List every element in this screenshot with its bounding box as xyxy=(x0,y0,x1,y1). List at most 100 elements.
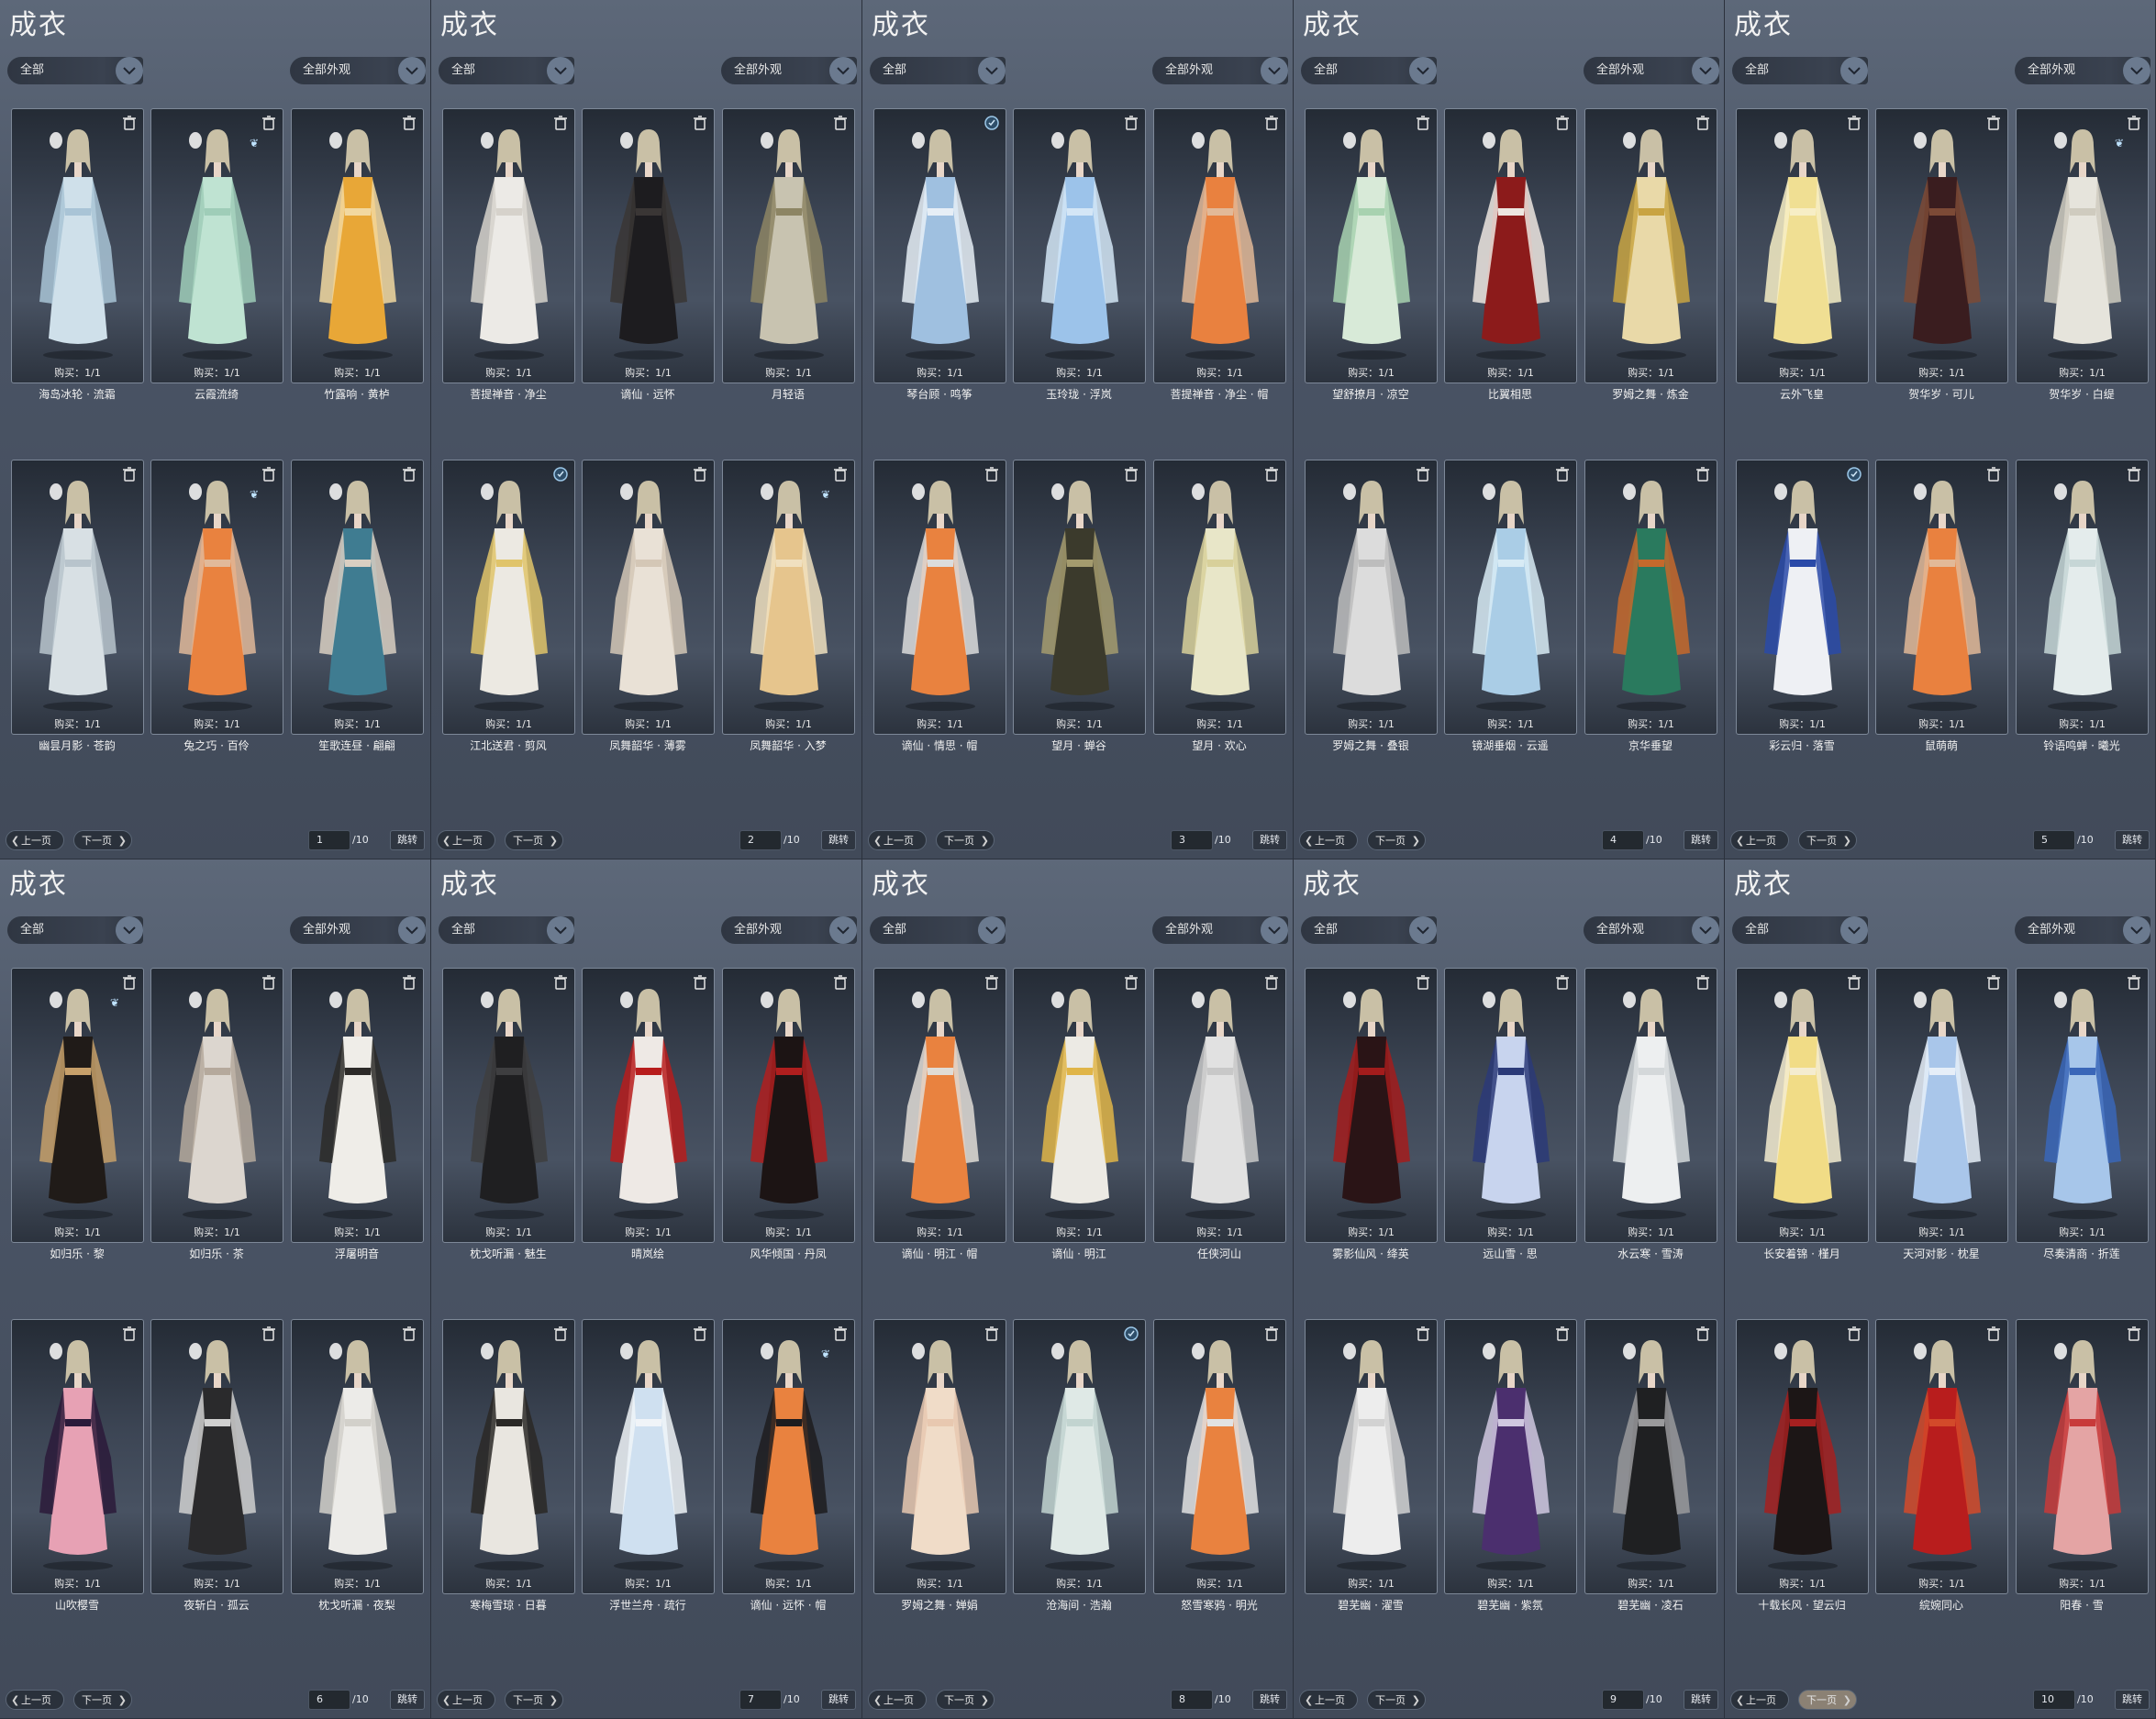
prev-page-button[interactable]: ❮ 上一页 xyxy=(1299,830,1358,850)
outfit-card[interactable]: 购买：1/1 xyxy=(582,1319,715,1594)
chevron-down-icon[interactable] xyxy=(2123,916,2150,944)
chevron-down-icon[interactable] xyxy=(398,57,426,84)
outfit-card[interactable]: 购买：1/1 xyxy=(1875,108,2008,383)
appearance-filter[interactable]: 全部外观 xyxy=(1584,916,1719,944)
outfit-card[interactable]: 购买：1/1 xyxy=(1153,108,1286,383)
page-number-input[interactable]: 7 xyxy=(739,1690,782,1710)
jump-button[interactable]: 跳转 xyxy=(2115,1690,2150,1710)
page-number-input[interactable]: 2 xyxy=(739,830,782,850)
outfit-card[interactable]: 购买：1/1 xyxy=(2016,1319,2149,1594)
trash-icon[interactable] xyxy=(121,1325,138,1342)
page-number-input[interactable]: 6 xyxy=(308,1690,350,1710)
trash-icon[interactable] xyxy=(1263,115,1280,131)
outfit-card[interactable]: ❦ 购买：1/1 xyxy=(2016,108,2149,383)
outfit-card[interactable]: 购买：1/1 xyxy=(873,968,1006,1243)
outfit-card[interactable]: 购买：1/1 xyxy=(1444,460,1577,735)
outfit-card[interactable]: ❦ 购买：1/1 xyxy=(11,968,144,1243)
collection-icon[interactable] xyxy=(552,466,569,482)
next-page-button[interactable]: 下一页 ❯ xyxy=(505,830,563,850)
trash-icon[interactable] xyxy=(552,974,569,991)
appearance-filter[interactable]: 全部外观 xyxy=(721,57,857,84)
outfit-card[interactable]: 购买：1/1 xyxy=(291,968,424,1243)
outfit-card[interactable]: 购买：1/1 xyxy=(291,460,424,735)
jump-button[interactable]: 跳转 xyxy=(821,1690,856,1710)
chevron-down-icon[interactable] xyxy=(1409,916,1437,944)
chevron-down-icon[interactable] xyxy=(116,916,143,944)
trash-icon[interactable] xyxy=(832,974,849,991)
next-page-button[interactable]: 下一页 ❯ xyxy=(1798,1690,1857,1710)
trash-icon[interactable] xyxy=(1846,1325,1862,1342)
chevron-down-icon[interactable] xyxy=(547,916,574,944)
category-filter[interactable]: 全部 xyxy=(870,57,1006,84)
appearance-filter[interactable]: 全部外观 xyxy=(290,916,426,944)
outfit-card[interactable]: 购买：1/1 xyxy=(442,968,575,1243)
chevron-down-icon[interactable] xyxy=(1692,916,1719,944)
outfit-card[interactable]: 购买：1/1 xyxy=(722,108,855,383)
jump-button[interactable]: 跳转 xyxy=(821,830,856,850)
appearance-filter[interactable]: 全部外观 xyxy=(2015,57,2150,84)
trash-icon[interactable] xyxy=(552,115,569,131)
category-filter[interactable]: 全部 xyxy=(7,57,143,84)
appearance-filter[interactable]: 全部外观 xyxy=(721,916,857,944)
page-number-input[interactable]: 8 xyxy=(1171,1690,1213,1710)
trash-icon[interactable] xyxy=(1846,974,1862,991)
outfit-card[interactable]: 购买：1/1 xyxy=(11,108,144,383)
trash-icon[interactable] xyxy=(1123,115,1139,131)
trash-icon[interactable] xyxy=(2126,466,2142,482)
chevron-down-icon[interactable] xyxy=(1261,916,1288,944)
trash-icon[interactable] xyxy=(261,466,277,482)
trash-icon[interactable] xyxy=(261,974,277,991)
trash-icon[interactable] xyxy=(1985,466,2002,482)
outfit-card[interactable]: 购买：1/1 xyxy=(2016,460,2149,735)
next-page-button[interactable]: 下一页 ❯ xyxy=(73,1690,132,1710)
trash-icon[interactable] xyxy=(261,115,277,131)
prev-page-button[interactable]: ❮ 上一页 xyxy=(1730,1690,1789,1710)
trash-icon[interactable] xyxy=(401,1325,417,1342)
outfit-card[interactable]: 购买：1/1 xyxy=(873,108,1006,383)
outfit-card[interactable]: 购买：1/1 xyxy=(1444,968,1577,1243)
outfit-card[interactable]: 购买：1/1 xyxy=(150,1319,283,1594)
trash-icon[interactable] xyxy=(401,466,417,482)
chevron-down-icon[interactable] xyxy=(829,916,857,944)
chevron-down-icon[interactable] xyxy=(1840,57,1868,84)
outfit-card[interactable]: 购买：1/1 xyxy=(1013,460,1146,735)
category-filter[interactable]: 全部 xyxy=(1732,916,1868,944)
trash-icon[interactable] xyxy=(2126,974,2142,991)
page-number-input[interactable]: 9 xyxy=(1602,1690,1644,1710)
outfit-card[interactable]: 购买：1/1 xyxy=(873,460,1006,735)
outfit-card[interactable]: 购买：1/1 xyxy=(2016,968,2149,1243)
category-filter[interactable]: 全部 xyxy=(7,916,143,944)
page-number-input[interactable]: 1 xyxy=(308,830,350,850)
outfit-card[interactable]: 购买：1/1 xyxy=(1736,968,1869,1243)
chevron-down-icon[interactable] xyxy=(398,916,426,944)
trash-icon[interactable] xyxy=(832,115,849,131)
outfit-card[interactable]: 购买：1/1 xyxy=(291,108,424,383)
outfit-card[interactable]: 购买：1/1 xyxy=(1013,1319,1146,1594)
outfit-card[interactable]: 购买：1/1 xyxy=(1305,1319,1438,1594)
chevron-down-icon[interactable] xyxy=(2123,57,2150,84)
jump-button[interactable]: 跳转 xyxy=(390,1690,425,1710)
outfit-card[interactable]: 购买：1/1 xyxy=(873,1319,1006,1594)
prev-page-button[interactable]: ❮ 上一页 xyxy=(1730,830,1789,850)
trash-icon[interactable] xyxy=(552,1325,569,1342)
jump-button[interactable]: 跳转 xyxy=(1252,830,1287,850)
trash-icon[interactable] xyxy=(1263,466,1280,482)
chevron-down-icon[interactable] xyxy=(829,57,857,84)
collection-icon[interactable] xyxy=(984,115,1000,131)
trash-icon[interactable] xyxy=(1123,466,1139,482)
outfit-card[interactable]: 购买：1/1 xyxy=(1444,108,1577,383)
outfit-card[interactable]: 购买：1/1 xyxy=(442,460,575,735)
outfit-card[interactable]: 购买：1/1 xyxy=(582,108,715,383)
prev-page-button[interactable]: ❮ 上一页 xyxy=(6,1690,64,1710)
outfit-card[interactable]: 购买：1/1 xyxy=(1875,1319,2008,1594)
outfit-card[interactable]: 购买：1/1 xyxy=(582,460,715,735)
outfit-card[interactable]: 购买：1/1 xyxy=(1736,108,1869,383)
outfit-card[interactable]: 购买：1/1 xyxy=(1584,968,1717,1243)
page-number-input[interactable]: 3 xyxy=(1171,830,1213,850)
trash-icon[interactable] xyxy=(1554,1325,1571,1342)
appearance-filter[interactable]: 全部外观 xyxy=(290,57,426,84)
category-filter[interactable]: 全部 xyxy=(1732,57,1868,84)
trash-icon[interactable] xyxy=(1554,466,1571,482)
jump-button[interactable]: 跳转 xyxy=(1684,1690,1718,1710)
outfit-card[interactable]: 购买：1/1 xyxy=(1875,968,2008,1243)
